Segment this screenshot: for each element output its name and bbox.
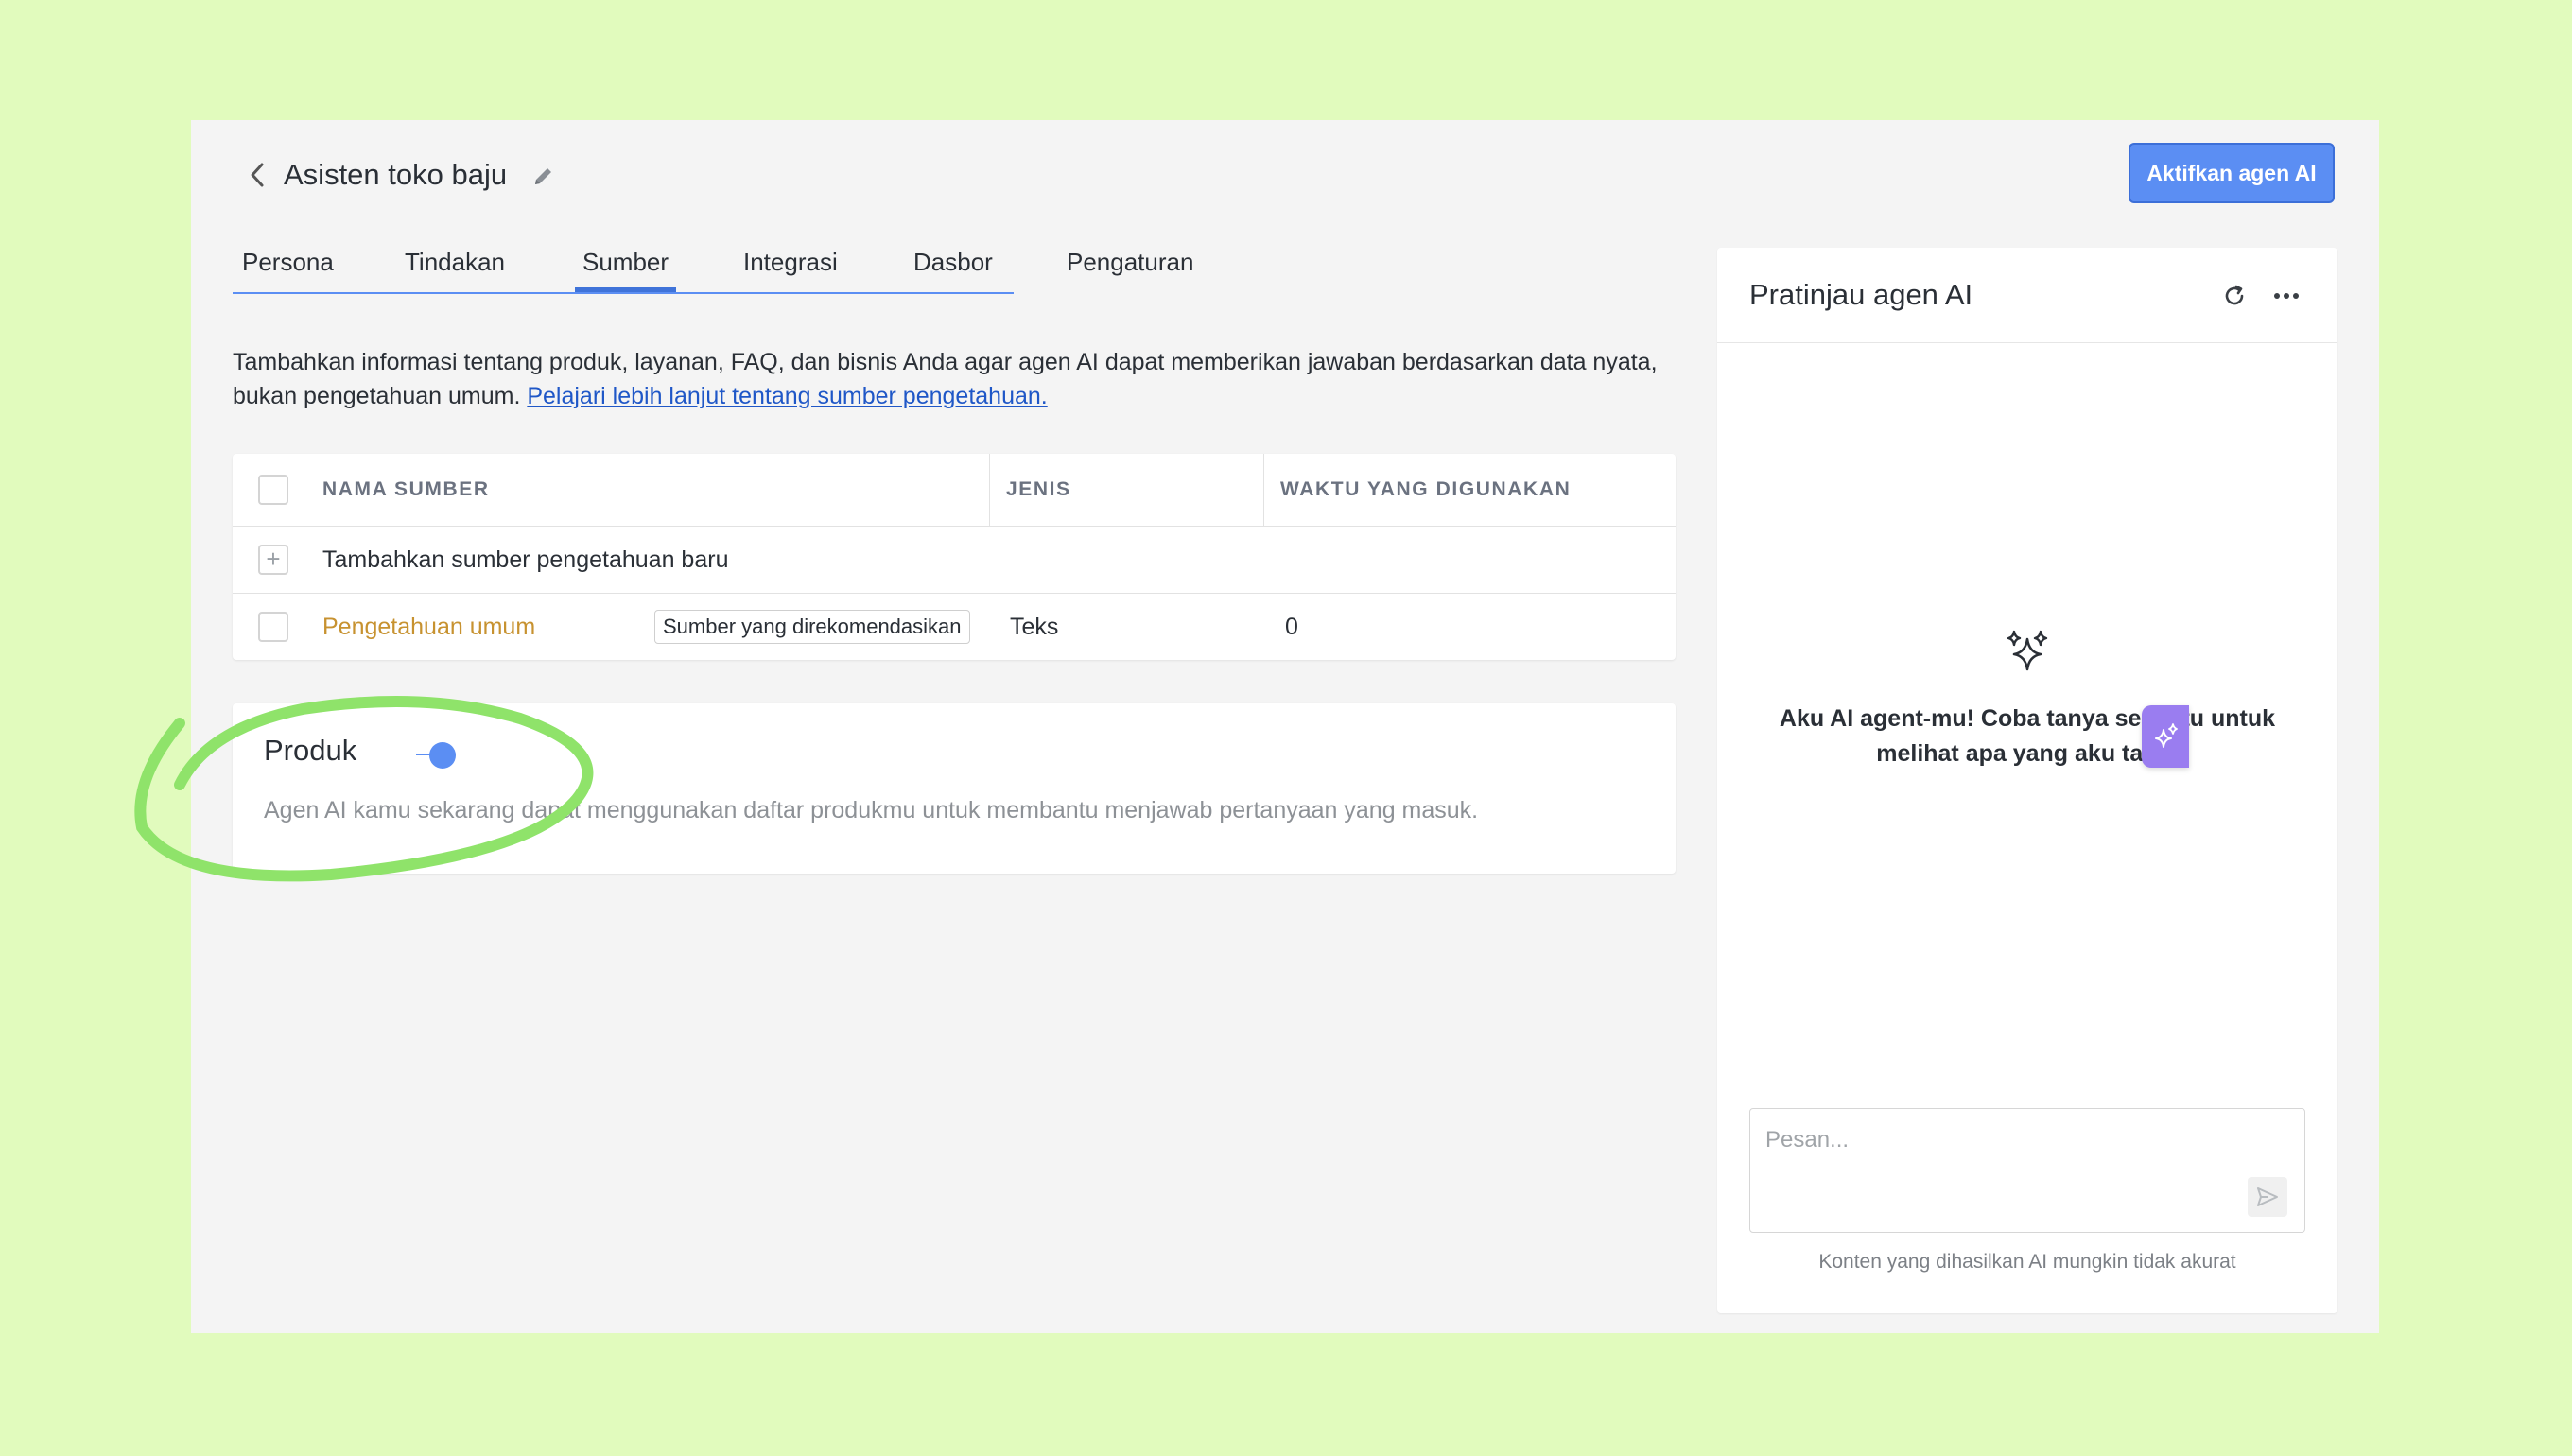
- source-name-link[interactable]: Pengetahuan umum: [322, 594, 535, 660]
- recommended-badge: Sumber yang direkomendasikan: [654, 610, 970, 644]
- learn-more-link[interactable]: Pelajari lebih lanjut tentang sumber pen…: [527, 383, 1047, 409]
- tab-pengaturan[interactable]: Pengaturan: [1067, 243, 1193, 290]
- edit-title-button[interactable]: [528, 160, 560, 192]
- sources-table: NAMA SUMBER JENIS WAKTU YANG DIGUNAKAN +…: [233, 454, 1676, 660]
- preview-header: Pratinjau agen AI: [1717, 248, 2337, 343]
- product-toggle[interactable]: [416, 740, 461, 769]
- product-card-title: Produk: [264, 734, 357, 767]
- page-title: Asisten toko baju: [284, 158, 508, 191]
- preview-empty-message: Aku AI agent-mu! Coba tanya sesuatu untu…: [1779, 705, 2276, 767]
- source-times-used: 0: [1285, 614, 1298, 640]
- pencil-icon: [535, 168, 551, 184]
- ai-assistant-fab[interactable]: [2142, 705, 2189, 768]
- column-divider: [989, 454, 990, 526]
- product-card: Produk Agen AI kamu sekarang dapat mengg…: [233, 703, 1676, 874]
- message-input[interactable]: [1764, 1126, 2221, 1154]
- refresh-icon: [2225, 285, 2244, 305]
- refresh-button[interactable]: [2220, 282, 2249, 310]
- add-source-label[interactable]: Tambahkan sumber pengetahuan baru: [322, 527, 728, 593]
- app-window: Asisten toko baju Aktifkan agen AI Perso…: [191, 120, 2379, 1333]
- row-checkbox[interactable]: [258, 612, 288, 642]
- product-card-description: Agen AI kamu sekarang dapat menggunakan …: [264, 797, 1479, 823]
- ai-preview-panel: Pratinjau agen AI Aku AI agent-mu! Coba …: [1717, 248, 2337, 1313]
- more-horizontal-icon: [2274, 293, 2299, 299]
- column-header-name: NAMA SUMBER: [322, 478, 490, 500]
- tab-integrasi[interactable]: Integrasi: [743, 243, 838, 290]
- table-row: Pengetahuan umum Sumber yang direkomenda…: [233, 594, 1676, 660]
- sparkles-icon: [2007, 630, 2048, 671]
- tab-sumber[interactable]: Sumber: [574, 243, 677, 292]
- sparkles-icon: [2155, 723, 2178, 748]
- send-button[interactable]: [2248, 1177, 2287, 1217]
- back-button[interactable]: [238, 156, 276, 194]
- tab-dasbor[interactable]: Dasbor: [913, 243, 993, 290]
- plus-icon[interactable]: +: [258, 545, 288, 575]
- send-icon: [2257, 1187, 2278, 1206]
- column-divider: [1263, 454, 1264, 526]
- more-options-button[interactable]: [2269, 282, 2303, 310]
- message-box: [1749, 1108, 2305, 1233]
- ai-disclaimer: Konten yang dihasilkan AI mungkin tidak …: [1818, 1251, 2236, 1273]
- chevron-left-icon: [251, 163, 264, 187]
- add-source-row[interactable]: + Tambahkan sumber pengetahuan baru: [233, 527, 1676, 594]
- column-header-type: JENIS: [1006, 478, 1071, 500]
- tab-bar: Persona Tindakan Sumber Integrasi Dasbor…: [233, 243, 1193, 294]
- table-header: NAMA SUMBER JENIS WAKTU YANG DIGUNAKAN: [233, 454, 1676, 527]
- source-type: Teks: [1010, 614, 1059, 640]
- sources-description: Tambahkan informasi tentang produk, laya…: [233, 345, 1689, 413]
- select-all-checkbox[interactable]: [258, 475, 288, 505]
- tab-persona[interactable]: Persona: [242, 243, 334, 290]
- column-header-times-used: WAKTU YANG DIGUNAKAN: [1280, 478, 1572, 500]
- tab-tindakan[interactable]: Tindakan: [405, 243, 505, 290]
- activate-ai-agent-button[interactable]: Aktifkan agen AI: [2129, 143, 2335, 203]
- preview-title: Pratinjau agen AI: [1749, 278, 1973, 311]
- toggle-knob: [429, 742, 456, 769]
